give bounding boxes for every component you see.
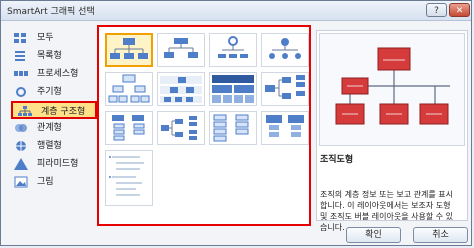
category-list-label: 목록형	[37, 51, 62, 61]
help-button[interactable]: ?	[426, 3, 447, 17]
preview-image	[319, 33, 465, 146]
layout-thumb-org-chart[interactable]	[105, 33, 153, 67]
category-matrix[interactable]: 행렬형	[9, 137, 95, 155]
layout-thumb-circle-picture-hierarchy[interactable]	[261, 33, 309, 67]
category-process-label: 프로세스형	[37, 69, 79, 79]
layout-thumb-stacked-hierarchy[interactable]	[261, 111, 309, 145]
relationship-icon	[14, 122, 28, 134]
layout-thumb-table-hierarchy[interactable]	[209, 72, 257, 106]
category-all[interactable]: 모두	[9, 29, 95, 47]
layout-thumb-text-hierarchy[interactable]	[105, 150, 153, 206]
category-picture-label: 그림	[37, 177, 54, 187]
all-icon	[14, 32, 28, 44]
category-relationship-label: 관계형	[37, 123, 62, 133]
list-icon	[14, 50, 28, 62]
cycle-icon	[14, 86, 28, 98]
layout-thumb-horizontal-org[interactable]	[261, 72, 309, 106]
category-hierarchy-label: 계층 구조형	[41, 107, 86, 117]
smartart-dialog: SmartArt 그래픽 선택 ? ✕ 모두 목록형 프로세스형 주기형 계층 …	[0, 0, 472, 246]
matrix-icon	[14, 140, 28, 152]
category-cycle-label: 주기형	[37, 87, 62, 97]
close-button[interactable]: ✕	[449, 3, 470, 17]
category-list-type[interactable]: 목록형	[9, 47, 95, 65]
title-bar: SmartArt 그래픽 선택 ? ✕	[1, 1, 471, 21]
category-picture[interactable]: 그림	[9, 173, 95, 191]
cancel-button[interactable]: 취소	[413, 227, 468, 243]
category-process[interactable]: 프로세스형	[9, 65, 95, 83]
layout-thumb-horizontal-hierarchy[interactable]	[157, 111, 205, 145]
layout-thumb-labeled-hierarchy[interactable]	[157, 72, 205, 106]
layout-thumb-hierarchy-list[interactable]	[105, 111, 153, 145]
dialog-title: SmartArt 그래픽 선택	[7, 7, 95, 17]
hierarchy-icon	[18, 106, 32, 118]
category-pyramid-label: 피라미드형	[37, 159, 79, 169]
preview-title: 조직도형	[320, 155, 354, 165]
category-cycle[interactable]: 주기형	[9, 83, 95, 101]
category-all-label: 모두	[37, 33, 54, 43]
category-relationship[interactable]: 관계형	[9, 119, 95, 137]
preview-panel: 조직도형 조직의 계층 정보 또는 보고 관계를 표시합니다. 이 레이아웃에서…	[316, 30, 468, 232]
layout-thumb-architecture[interactable]	[209, 111, 257, 145]
layout-thumb-name-title-org[interactable]	[157, 33, 205, 67]
layout-thumb-half-circle-org[interactable]	[209, 33, 257, 67]
category-hierarchy[interactable]: 계층 구조형	[11, 101, 97, 119]
category-matrix-label: 행렬형	[37, 141, 62, 151]
category-pyramid[interactable]: 피라미드형	[9, 155, 95, 173]
ok-button[interactable]: 확인	[346, 227, 401, 243]
picture-icon	[14, 176, 28, 188]
process-icon	[14, 68, 28, 80]
category-list: 모두 목록형 프로세스형 주기형 계층 구조형 관계형 행렬형 피라미드형 그림	[9, 29, 97, 217]
pyramid-icon	[14, 158, 28, 170]
layout-gallery	[97, 25, 311, 226]
layout-thumb-hierarchy[interactable]	[105, 72, 153, 106]
